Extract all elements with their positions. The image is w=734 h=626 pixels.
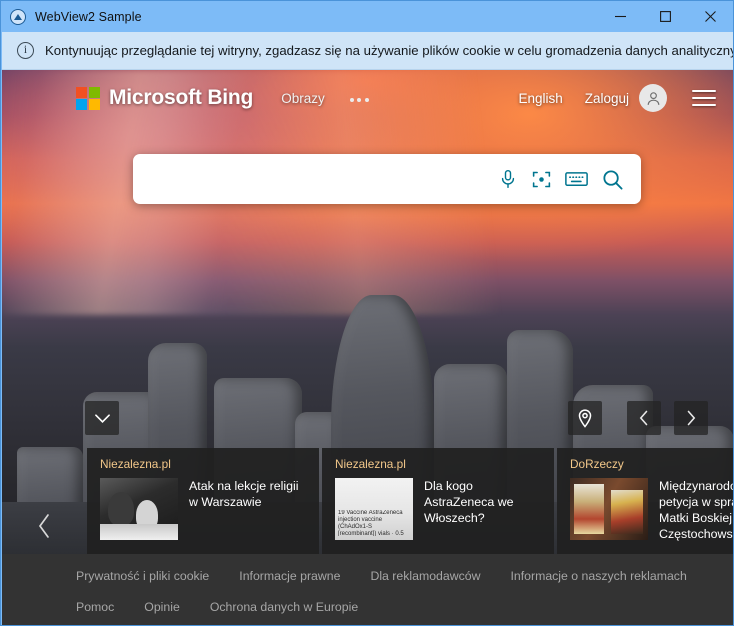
news-source: Niezalezna.pl	[100, 457, 171, 471]
nav-images[interactable]: Obrazy	[281, 91, 325, 106]
footer-link-legal[interactable]: Informacje prawne	[239, 569, 340, 583]
window-controls	[598, 1, 733, 32]
news-thumbnail-text: 19 Vaccine AstraZeneca injection vaccine…	[338, 510, 404, 536]
bing-homepage: Microsoft Bing Obrazy English Zaloguj Ni…	[2, 70, 733, 625]
search-box	[133, 154, 641, 204]
footer-row-primary: Prywatność i pliki cookie Informacje pra…	[2, 569, 733, 583]
previous-image-button[interactable]	[627, 401, 661, 435]
next-image-button[interactable]	[674, 401, 708, 435]
footer-link-help[interactable]: Pomoc	[76, 600, 114, 614]
microsoft-logo-icon	[76, 86, 100, 110]
news-source: DoRzeczy	[570, 457, 624, 471]
language-link[interactable]: English	[518, 91, 562, 106]
news-headline: Dla kogo AstraZeneca we Włoszech?	[424, 479, 514, 525]
keyboard-icon[interactable]	[565, 170, 588, 188]
footer-link-ads-info[interactable]: Informacje o naszych reklamach	[510, 569, 686, 583]
news-card[interactable]: Niezalezna.pl Atak na lekcje religii w W…	[87, 448, 319, 554]
avatar[interactable]	[639, 84, 667, 112]
minimize-button[interactable]	[598, 1, 643, 32]
location-pin-icon	[578, 408, 592, 428]
page-footer: Prywatność i pliki cookie Informacje pra…	[2, 554, 733, 625]
nav-overflow-menu-icon[interactable]	[349, 94, 369, 102]
close-button[interactable]	[688, 1, 733, 32]
footer-link-eu-data[interactable]: Ochrona danych w Europie	[210, 600, 358, 614]
chevron-right-icon	[687, 410, 696, 426]
footer-row-secondary: Pomoc Opinie Ochrona danych w Europie	[2, 600, 733, 614]
news-thumbnail	[100, 478, 178, 540]
footer-link-privacy[interactable]: Prywatność i pliki cookie	[76, 569, 209, 583]
chevron-left-icon	[639, 410, 648, 426]
bing-wordmark: Microsoft Bing	[109, 86, 254, 109]
bing-header-right: English Zaloguj	[496, 84, 716, 112]
footer-link-advertisers[interactable]: Dla reklamodawców	[370, 569, 480, 583]
footer-link-feedback[interactable]: Opinie	[144, 600, 180, 614]
webview2-logo-icon	[10, 8, 26, 25]
microsoft-bing-logo[interactable]: Microsoft Bing	[76, 86, 253, 110]
news-thumbnail	[570, 478, 648, 540]
chevron-left-icon	[38, 514, 49, 538]
search-input[interactable]	[151, 164, 498, 194]
search-icons	[498, 168, 629, 191]
person-icon	[647, 91, 659, 105]
visual-search-icon[interactable]	[531, 169, 552, 190]
hamburger-menu-icon[interactable]	[692, 89, 716, 107]
news-source: Niezalezna.pl	[335, 457, 406, 471]
cookie-consent-banner: i Kontynuując przeglądanie tej witryny, …	[2, 32, 734, 70]
news-carousel: Niezalezna.pl Atak na lekcje religii w W…	[87, 448, 733, 554]
search-icon[interactable]	[601, 168, 624, 191]
title-bar: WebView2 Sample	[1, 1, 733, 32]
image-location-button[interactable]	[568, 401, 602, 435]
scroll-down-button[interactable]	[85, 401, 119, 435]
info-icon: i	[17, 42, 34, 59]
microphone-icon[interactable]	[498, 168, 518, 190]
chevron-down-icon	[94, 413, 110, 423]
maximize-button[interactable]	[643, 1, 688, 32]
bing-header: Microsoft Bing Obrazy English Zaloguj	[2, 70, 733, 126]
news-card[interactable]: Niezalezna.pl 19 Vaccine AstraZeneca inj…	[322, 448, 554, 554]
carousel-previous-button[interactable]	[26, 501, 62, 551]
news-headline: Międzynarodowa petycja w sprawie Matki B…	[659, 479, 733, 541]
news-headline: Atak na lekcje religii w Warszawie	[189, 479, 299, 509]
signin-link[interactable]: Zaloguj	[585, 91, 629, 106]
window-title: WebView2 Sample	[35, 9, 142, 24]
news-card[interactable]: DoRzeczy Międzynarodowa petycja w sprawi…	[557, 448, 733, 554]
cookie-banner-text: Kontynuując przeglądanie tej witryny, zg…	[45, 43, 734, 58]
webview2-sample-window: WebView2 Sample i Kontynuując przeglądan…	[0, 0, 734, 626]
news-thumbnail: 19 Vaccine AstraZeneca injection vaccine…	[335, 478, 413, 540]
